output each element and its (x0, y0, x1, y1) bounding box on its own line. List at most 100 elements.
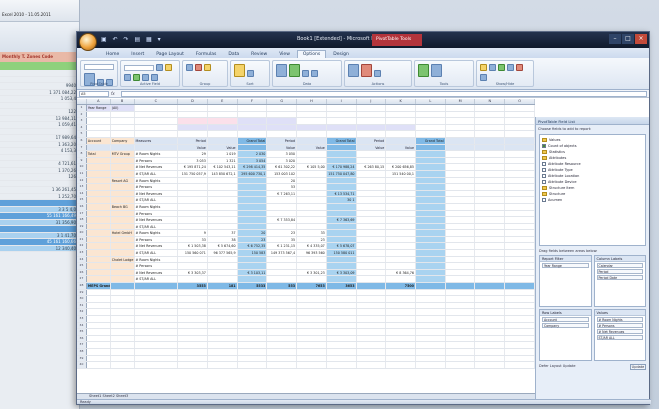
cell[interactable] (386, 309, 416, 315)
cell[interactable] (386, 157, 416, 164)
cell[interactable] (87, 322, 111, 329)
cell[interactable]: 23 (297, 236, 327, 243)
cell[interactable] (446, 329, 476, 335)
cell[interactable] (386, 217, 416, 223)
cell[interactable] (178, 210, 208, 217)
cell[interactable] (178, 302, 208, 309)
cell[interactable] (357, 170, 387, 177)
cell[interactable] (238, 302, 268, 309)
cell[interactable] (297, 197, 327, 203)
cell[interactable] (135, 316, 179, 322)
ribbon-command-icon[interactable] (186, 64, 193, 71)
name-box[interactable]: A5 (79, 90, 109, 97)
row-header[interactable]: 17 (77, 210, 87, 217)
cell[interactable] (297, 329, 327, 335)
cell[interactable]: # ST/AR ALL (135, 250, 179, 256)
cell[interactable] (297, 355, 327, 362)
cell[interactable]: 181 (207, 283, 238, 289)
cell[interactable] (475, 296, 506, 302)
cell[interactable]: € 7 353,84 (267, 217, 298, 223)
cell[interactable] (110, 170, 135, 177)
cell[interactable] (475, 276, 506, 283)
cell[interactable] (178, 296, 208, 302)
pivot-zone-chip[interactable]: Period Date (596, 275, 643, 280)
cell[interactable]: € 5 678,07 (326, 243, 357, 250)
cell[interactable] (446, 177, 476, 184)
pivot-zone-chip[interactable]: ST/AR ALL (596, 335, 643, 340)
cell[interactable] (297, 190, 327, 197)
cell[interactable] (111, 362, 135, 368)
row-header[interactable]: 32 (77, 309, 87, 315)
cell[interactable] (505, 170, 535, 177)
row-header[interactable]: 20 (77, 230, 87, 236)
cell[interactable] (297, 203, 327, 210)
pivot-zone-chip[interactable]: Company (542, 323, 589, 328)
column-header[interactable]: H (297, 99, 327, 104)
cell[interactable] (110, 236, 135, 243)
cell[interactable] (326, 203, 357, 210)
cell[interactable] (326, 236, 357, 243)
cell[interactable] (446, 348, 476, 355)
cell[interactable] (135, 296, 179, 302)
cell[interactable] (86, 197, 111, 203)
cell[interactable]: 96 377 565,9 (208, 250, 238, 256)
cell[interactable] (178, 329, 208, 335)
cell[interactable] (135, 335, 179, 342)
cell[interactable] (297, 177, 327, 184)
cell[interactable]: € 170 988,24 (326, 164, 357, 170)
cell[interactable]: Period (178, 137, 208, 144)
cell[interactable] (416, 124, 446, 131)
cell[interactable] (357, 131, 387, 137)
cell[interactable] (446, 342, 476, 348)
cell[interactable]: 33 (178, 236, 208, 243)
sheet-tab-sheet1[interactable]: Sheet1 (89, 394, 102, 398)
cell[interactable]: Beach BG (110, 203, 135, 210)
pivot-field[interactable]: Acumen (542, 197, 643, 203)
cell[interactable] (87, 335, 111, 342)
cell[interactable] (505, 144, 535, 151)
cell[interactable]: # Room Nights (135, 203, 179, 210)
row-header[interactable]: 26 (77, 269, 87, 276)
cell[interactable] (446, 164, 476, 170)
cell[interactable] (111, 309, 135, 315)
cell[interactable] (475, 329, 506, 335)
tab-home[interactable]: Home (101, 51, 124, 58)
cell[interactable] (475, 111, 506, 118)
cell[interactable] (237, 256, 268, 263)
cell[interactable] (416, 342, 446, 348)
cell[interactable]: # Room Nights (135, 151, 179, 157)
cell[interactable] (110, 144, 135, 151)
cell[interactable] (475, 210, 506, 217)
cell[interactable] (446, 223, 476, 230)
ribbon-command-icon[interactable] (151, 74, 158, 81)
cell[interactable] (357, 302, 387, 309)
cell[interactable] (475, 335, 506, 342)
cell[interactable] (238, 296, 268, 302)
cell[interactable] (357, 355, 387, 362)
cell[interactable] (208, 210, 238, 217)
cell[interactable] (297, 309, 327, 315)
cell[interactable] (207, 137, 238, 144)
cell[interactable] (267, 131, 298, 137)
cell[interactable] (416, 316, 446, 322)
cell[interactable]: 9 (178, 230, 208, 236)
cell[interactable]: (All) (110, 105, 135, 111)
cell[interactable] (415, 269, 446, 276)
cell[interactable] (415, 256, 446, 263)
cell[interactable] (327, 111, 357, 118)
cell[interactable]: 3 053 (178, 157, 208, 164)
tab-view[interactable]: View (274, 51, 295, 58)
cell[interactable] (505, 269, 535, 276)
cell[interactable] (475, 118, 506, 124)
cell[interactable] (357, 111, 387, 118)
row-header[interactable]: 37 (77, 342, 87, 348)
cell[interactable] (135, 355, 179, 362)
cell[interactable] (111, 355, 135, 362)
cell[interactable]: 153 003 102 (267, 170, 298, 177)
cell[interactable] (178, 342, 208, 348)
cell[interactable]: 33 (297, 230, 327, 236)
cell[interactable] (208, 223, 238, 230)
cell[interactable] (326, 263, 357, 269)
cell[interactable] (505, 190, 535, 197)
cell[interactable] (386, 302, 416, 309)
